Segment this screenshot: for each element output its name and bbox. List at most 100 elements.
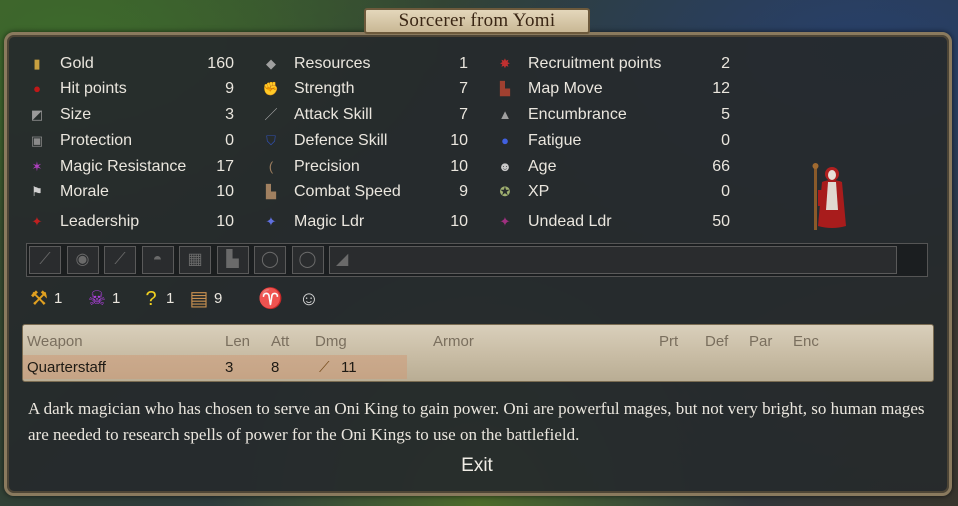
weapon2-slot-icon[interactable]: ⟋ <box>104 246 136 274</box>
unit-description: A dark magician who has chosen to serve … <box>28 399 925 444</box>
weapon-table: Weapon Len Att Dmg Armor Prt Def Par Enc… <box>22 324 934 382</box>
strength-arm-icon: ✊ <box>262 81 280 96</box>
stat-label: Magic Resistance <box>60 158 187 175</box>
stat-undead-ldr[interactable]: ✦ Undead Ldr 50 <box>496 211 730 233</box>
helmet-slot-icon[interactable]: ◓ <box>141 246 174 274</box>
stat-value: 0 <box>721 183 730 200</box>
stat-morale[interactable]: ⚑ Morale 10 <box>28 181 234 203</box>
stat-label: Strength <box>294 80 355 97</box>
ring2-slot-icon[interactable]: ◯ <box>291 246 324 274</box>
damage-wand-icon: ⟋ <box>319 359 330 376</box>
badge-hammer[interactable]: ⚒ 1 <box>28 284 62 314</box>
equipment-slots: ⟋ ◉ ⟋ ◓ ▦ ▙ ◯ ◯ ◢ <box>26 243 928 277</box>
stat-label: Resources <box>294 55 371 72</box>
stat-label: Size <box>60 106 92 123</box>
magic-leader-icon: ✦ <box>265 214 277 229</box>
old-face-icon: ☺ <box>298 288 320 311</box>
stat-precision[interactable]: (Precision 10 <box>262 156 468 178</box>
stat-map-move[interactable]: ▙ Map Move 12 <box>496 78 730 100</box>
stat-fatigue[interactable]: ● Fatigue 0 <box>496 130 730 152</box>
stat-value: 17 <box>216 158 234 175</box>
stat-value: 1 <box>459 55 468 72</box>
gold-icon: ▮ <box>33 56 41 71</box>
stat-value: 2 <box>721 55 730 72</box>
stat-label: Precision <box>294 158 360 175</box>
stat-label: Defence Skill <box>294 132 388 149</box>
armor-header: Armor <box>433 333 474 350</box>
body-armor-slot-icon[interactable]: ▦ <box>179 246 211 274</box>
weapon-name[interactable]: Quarterstaff <box>27 359 106 376</box>
stat-attack-skill[interactable]: ／ Attack Skill 7 <box>262 104 468 126</box>
badge-skull-death-magic[interactable]: ☠ 1 <box>86 284 120 314</box>
badge-value: 1 <box>54 290 63 307</box>
badge-old-face[interactable]: ☺ <box>298 284 320 314</box>
att-header: Att <box>271 333 290 350</box>
question-random-icon: ? <box>145 288 157 311</box>
par-header: Par <box>749 333 773 350</box>
weapon-slot-icon[interactable]: ⟋ <box>29 246 61 274</box>
stat-label: Undead Ldr <box>528 213 612 230</box>
skull-age-icon: ☻ <box>498 159 512 174</box>
badge-goat[interactable]: ♈ <box>258 284 283 314</box>
stat-value: 9 <box>459 183 468 200</box>
enc-header: Enc <box>793 333 819 350</box>
stat-strength[interactable]: ✊ Strength 7 <box>262 78 468 100</box>
ring-slot-icon[interactable]: ◯ <box>254 246 286 274</box>
exit-button[interactable]: Exit <box>440 453 514 479</box>
stat-value: 10 <box>216 183 234 200</box>
resources-icon: ◆ <box>266 56 276 71</box>
stat-label: Gold <box>60 55 94 72</box>
shield-slot-icon[interactable]: ◉ <box>66 246 99 274</box>
dmg-header: Dmg <box>315 333 347 350</box>
stat-xp[interactable]: ✪ XP 0 <box>496 181 730 203</box>
stat-size[interactable]: ◩ Size 3 <box>28 104 234 126</box>
badge-research-books[interactable]: ▤ 9 <box>188 284 223 314</box>
hammer-icon: ⚒ <box>30 288 48 311</box>
stat-value: 10 <box>450 213 468 230</box>
xp-star-icon: ✪ <box>499 184 511 199</box>
stat-value: 7 <box>459 80 468 97</box>
stat-label: Combat Speed <box>294 183 401 200</box>
stat-value: 160 <box>207 55 234 72</box>
stat-value: 12 <box>712 80 730 97</box>
def-header: Def <box>705 333 729 350</box>
stat-magic-ldr[interactable]: ✦ Magic Ldr 10 <box>262 211 468 233</box>
badge-value: 9 <box>214 290 223 307</box>
stat-label: Map Move <box>528 80 603 97</box>
sword-icon: ／ <box>264 107 278 122</box>
stat-label: Protection <box>60 132 133 149</box>
weight-icon: ▲ <box>498 107 512 122</box>
stat-value: 5 <box>721 106 730 123</box>
stat-combat-speed[interactable]: ▙ Combat Speed 9 <box>262 181 468 203</box>
map-move-boot-icon: ▙ <box>500 81 510 96</box>
stat-age[interactable]: ☻ Age 66 <box>496 156 730 178</box>
goat-icon: ♈ <box>258 288 283 311</box>
badge-question-random[interactable]: ? 1 <box>140 284 174 314</box>
misc-slot-icon[interactable]: ◢ <box>329 246 897 274</box>
boot-icon: ▙ <box>266 184 276 199</box>
stat-gold[interactable]: ▮ Gold 160 <box>28 53 234 75</box>
stat-magic-resistance[interactable]: ✶ Magic Resistance 17 <box>28 156 234 178</box>
weapon-header: Weapon <box>27 333 83 350</box>
boots-slot-icon[interactable]: ▙ <box>216 246 249 274</box>
stat-value: 10 <box>450 132 468 149</box>
stat-value: 7 <box>459 106 468 123</box>
armor-icon: ▣ <box>30 133 44 148</box>
stat-encumbrance[interactable]: ▲ Encumbrance 5 <box>496 104 730 126</box>
stat-protection[interactable]: ▣ Protection 0 <box>28 130 234 152</box>
flag-icon: ⚑ <box>31 184 43 199</box>
undead-leader-icon: ✦ <box>499 214 511 229</box>
stat-hit-points[interactable]: ● Hit points 9 <box>28 78 234 100</box>
stat-recruitment-points[interactable]: ✸ Recruitment points 2 <box>496 53 730 75</box>
sweat-drop-icon: ● <box>501 133 509 148</box>
stat-resources[interactable]: ◆ Resources 1 <box>262 53 468 75</box>
magic-resistance-icon: ✶ <box>31 159 43 174</box>
blood-drop-icon: ● <box>33 81 41 96</box>
len-header: Len <box>225 333 251 350</box>
weapon-dmg: 11 <box>341 359 357 376</box>
shield-icon: ⛉ <box>266 133 276 148</box>
unit-title: Sorcerer from Yomi <box>364 8 590 34</box>
stat-defence-skill[interactable]: ⛉ Defence Skill 10 <box>262 130 468 152</box>
stat-leadership[interactable]: ✦ Leadership 10 <box>28 211 234 233</box>
badge-value: 1 <box>112 290 121 307</box>
